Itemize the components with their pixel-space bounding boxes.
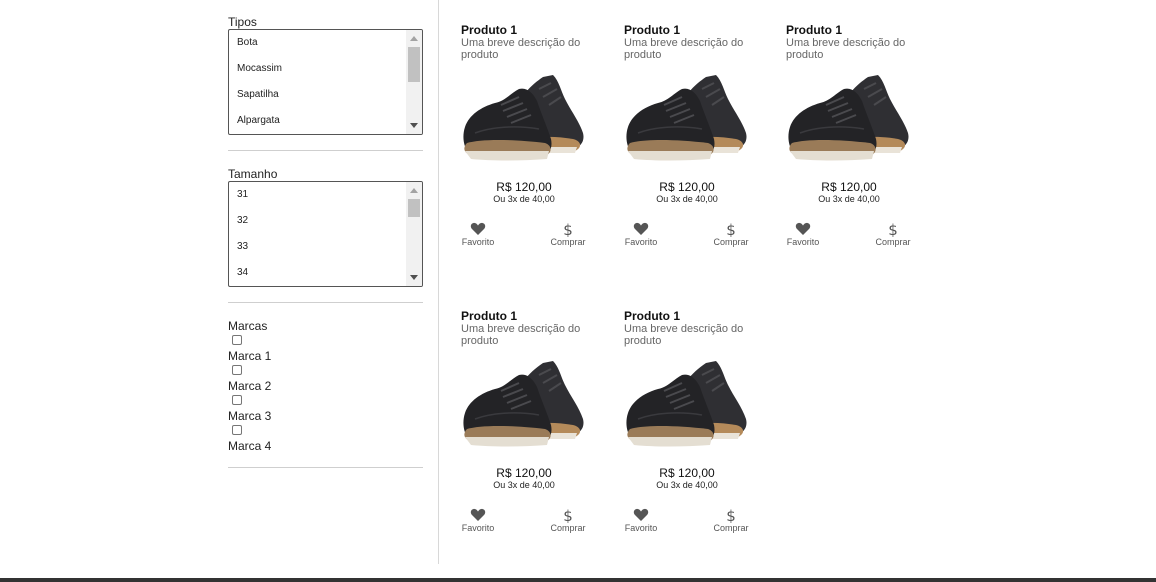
svg-text:$: $: [726, 507, 736, 523]
sidebar-divider: [438, 0, 439, 564]
brand-label: Marca 4: [228, 439, 272, 453]
favorite-label: Favorito: [624, 237, 658, 247]
favorite-button[interactable]: Favorito: [624, 221, 658, 247]
product-installments: Ou 3x de 40,00: [656, 480, 718, 490]
product-price: R$ 120,00: [496, 466, 552, 480]
brand-label: Marca 3: [228, 409, 272, 423]
filter-divider: [228, 302, 423, 303]
filter-divider: [228, 467, 423, 468]
product-image[interactable]: [461, 353, 589, 453]
types-option[interactable]: Bota: [229, 30, 422, 56]
brand-checkbox[interactable]: [232, 395, 242, 405]
product-title: Produto 1: [786, 23, 842, 37]
product-description: Uma breve descrição do produto: [461, 37, 581, 61]
brand-label: Marca 1: [228, 349, 272, 363]
product-image[interactable]: [786, 67, 914, 167]
types-scrollbar[interactable]: [406, 30, 422, 134]
favorite-label: Favorito: [786, 237, 820, 247]
dollar-icon: $: [726, 507, 736, 523]
heart-icon: [470, 508, 486, 521]
buy-button[interactable]: $ Comprar: [549, 221, 587, 247]
product-image[interactable]: [624, 67, 752, 167]
size-filter-label: Tamanho: [228, 167, 278, 181]
size-scrollbar[interactable]: [406, 182, 422, 286]
size-option[interactable]: 31: [229, 182, 422, 208]
types-option[interactable]: Mocassim: [229, 56, 422, 82]
heart-icon: [633, 222, 649, 235]
types-listbox[interactable]: Bota Mocassim Sapatilha Alpargata: [228, 29, 423, 135]
size-option[interactable]: 34: [229, 260, 422, 286]
product-price: R$ 120,00: [659, 466, 715, 480]
product-installments: Ou 3x de 40,00: [493, 480, 555, 490]
product-title: Produto 1: [461, 309, 517, 323]
heart-icon: [633, 508, 649, 521]
svg-text:$: $: [563, 221, 573, 237]
buy-label: Comprar: [550, 523, 586, 533]
favorite-label: Favorito: [461, 523, 495, 533]
scrollbar-thumb[interactable]: [408, 199, 420, 217]
brand-checkbox[interactable]: [232, 365, 242, 375]
types-option[interactable]: Alpargata: [229, 108, 422, 134]
product-price: R$ 120,00: [821, 180, 877, 194]
brand-checkbox[interactable]: [232, 335, 242, 345]
product-description: Uma breve descrição do produto: [624, 37, 744, 61]
buy-label: Comprar: [875, 237, 911, 247]
product-card[interactable]: Produto 1 Uma breve descrição do produto…: [786, 23, 916, 268]
product-title: Produto 1: [461, 23, 517, 37]
favorite-button[interactable]: Favorito: [461, 221, 495, 247]
scroll-down-icon[interactable]: [410, 275, 418, 280]
product-description: Uma breve descrição do produto: [461, 323, 581, 347]
buy-label: Comprar: [713, 237, 749, 247]
product-title: Produto 1: [624, 309, 680, 323]
product-price: R$ 120,00: [659, 180, 715, 194]
svg-text:$: $: [563, 507, 573, 523]
product-installments: Ou 3x de 40,00: [656, 194, 718, 204]
heart-icon: [470, 222, 486, 235]
favorite-button[interactable]: Favorito: [461, 507, 495, 533]
product-card[interactable]: Produto 1 Uma breve descrição do produto…: [624, 23, 754, 268]
page-footer-bar: [0, 578, 1156, 582]
brands-filter-label: Marcas: [228, 319, 268, 333]
scroll-up-icon[interactable]: [410, 188, 418, 193]
product-image[interactable]: [624, 353, 752, 453]
product-installments: Ou 3x de 40,00: [818, 194, 880, 204]
types-filter-label: Tipos: [228, 15, 257, 29]
size-listbox[interactable]: 31 32 33 34: [228, 181, 423, 287]
product-description: Uma breve descrição do produto: [624, 323, 744, 347]
scroll-down-icon[interactable]: [410, 123, 418, 128]
heart-icon: [795, 222, 811, 235]
types-option[interactable]: Sapatilha: [229, 82, 422, 108]
product-card[interactable]: Produto 1 Uma breve descrição do produto…: [624, 309, 754, 554]
dollar-icon: $: [563, 507, 573, 523]
product-card[interactable]: Produto 1 Uma breve descrição do produto…: [461, 309, 591, 554]
product-image[interactable]: [461, 67, 589, 167]
svg-text:$: $: [726, 221, 736, 237]
product-description: Uma breve descrição do produto: [786, 37, 906, 61]
favorite-button[interactable]: Favorito: [786, 221, 820, 247]
buy-label: Comprar: [550, 237, 586, 247]
product-installments: Ou 3x de 40,00: [493, 194, 555, 204]
svg-text:$: $: [888, 221, 898, 237]
buy-button[interactable]: $ Comprar: [712, 507, 750, 533]
dollar-icon: $: [563, 221, 573, 237]
buy-button[interactable]: $ Comprar: [712, 221, 750, 247]
buy-button[interactable]: $ Comprar: [874, 221, 912, 247]
favorite-label: Favorito: [461, 237, 495, 247]
size-option[interactable]: 33: [229, 234, 422, 260]
filter-divider: [228, 150, 423, 151]
product-price: R$ 120,00: [496, 180, 552, 194]
dollar-icon: $: [726, 221, 736, 237]
size-option[interactable]: 32: [229, 208, 422, 234]
buy-label: Comprar: [713, 523, 749, 533]
dollar-icon: $: [888, 221, 898, 237]
scroll-up-icon[interactable]: [410, 36, 418, 41]
buy-button[interactable]: $ Comprar: [549, 507, 587, 533]
brand-label: Marca 2: [228, 379, 272, 393]
favorite-button[interactable]: Favorito: [624, 507, 658, 533]
scrollbar-thumb[interactable]: [408, 47, 420, 82]
brand-checkbox[interactable]: [232, 425, 242, 435]
product-title: Produto 1: [624, 23, 680, 37]
product-card[interactable]: Produto 1 Uma breve descrição do produto…: [461, 23, 591, 268]
favorite-label: Favorito: [624, 523, 658, 533]
